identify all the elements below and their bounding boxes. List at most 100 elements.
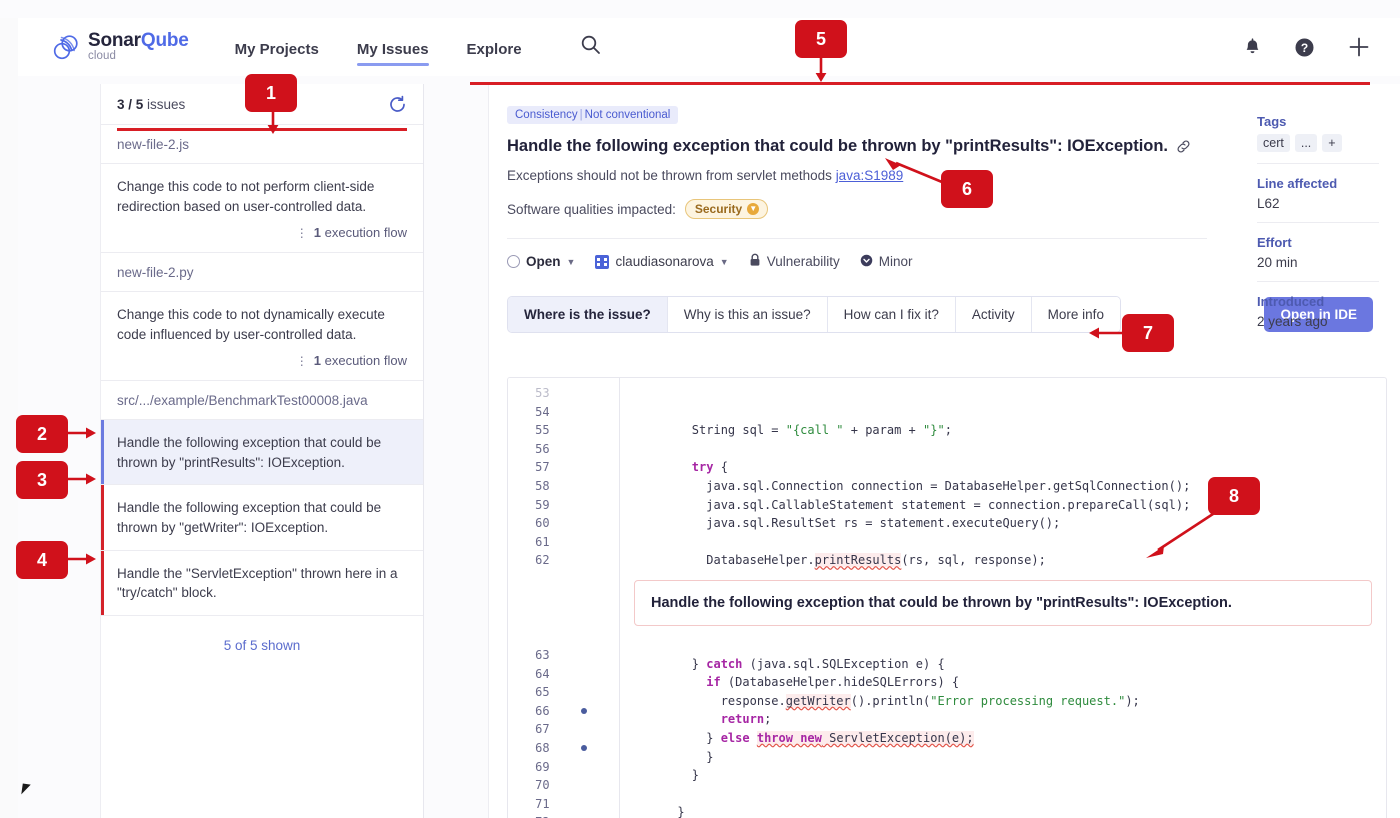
inline-issue-message: Handle the following exception that coul…: [634, 580, 1372, 626]
nav-my-issues[interactable]: My Issues: [357, 41, 429, 76]
divider: [507, 238, 1207, 239]
annotation-arrow-8: [1140, 508, 1220, 563]
list-item[interactable]: Handle the following exception that coul…: [101, 485, 423, 550]
chevron-down-icon: ▼: [747, 203, 759, 215]
issue-message: Handle the following exception that coul…: [117, 433, 407, 472]
list-item-selected[interactable]: Handle the following exception that coul…: [101, 420, 423, 485]
tab-where-is-the-issue[interactable]: Where is the issue?: [508, 297, 668, 332]
notifications-bell-icon[interactable]: [1244, 38, 1261, 57]
list-item[interactable]: Change this code to not dynamically exec…: [101, 292, 423, 381]
tab-how-can-i-fix-it[interactable]: How can I fix it?: [828, 297, 956, 332]
meta-value-introduced: 2 years ago: [1257, 314, 1379, 329]
logo-sub-text: cloud: [88, 51, 189, 63]
search-icon[interactable]: [580, 34, 601, 60]
code-line: response.getWriter().println("Error proc…: [620, 692, 1386, 711]
code-line: [620, 440, 1386, 459]
issue-marker-dot[interactable]: [581, 708, 587, 714]
issue-message: Handle the "ServletException" thrown her…: [117, 564, 407, 603]
annotation-callout-5: 5: [795, 20, 847, 58]
refresh-icon[interactable]: [388, 95, 407, 114]
code-line: [620, 533, 1386, 552]
issue-assignee-dropdown[interactable]: claudiasonarova ▼: [595, 254, 728, 269]
issue-meta-sidebar: Tags cert ... + Line affected L62 Effort: [1241, 92, 1400, 352]
issue-file-header[interactable]: new-file-2.js: [101, 125, 423, 164]
code-line-number: 53: [508, 384, 619, 403]
window-frame: SonarQube cloud My Projects My Issues Ex…: [0, 0, 1400, 818]
issue-status-dropdown[interactable]: Open ▼: [507, 254, 575, 269]
flow-dots-icon: ⋮: [296, 227, 308, 239]
clean-code-attribute-category: Consistency: [515, 109, 578, 121]
code-line-number: 71: [508, 795, 619, 814]
nav-my-projects[interactable]: My Projects: [235, 41, 319, 76]
meta-value-line-affected: L62: [1257, 196, 1379, 211]
code-line: }: [620, 766, 1386, 785]
code-line: [620, 785, 1386, 804]
issue-message: Change this code to not perform client-s…: [117, 177, 407, 216]
window-top-strip: [0, 0, 1400, 18]
tab-activity[interactable]: Activity: [956, 297, 1032, 332]
severity-minor-icon: [860, 254, 873, 270]
issue-meta: ⋮ 1 execution flow: [117, 225, 407, 240]
help-icon[interactable]: ?: [1294, 37, 1315, 58]
sonarqube-logo[interactable]: SonarQube cloud: [51, 31, 189, 63]
issue-type: Vulnerability: [749, 253, 840, 270]
meta-block-introduced: Introduced 2 years ago: [1257, 294, 1379, 340]
code-line-number: 59: [508, 496, 619, 515]
annotation-badge: 7: [1122, 314, 1174, 352]
code-line-number: 72: [508, 813, 619, 818]
code-line: java.sql.ResultSet rs = statement.execut…: [620, 514, 1386, 533]
plus-icon[interactable]: [1348, 36, 1370, 58]
annotation-arrow-5: [814, 58, 828, 87]
permalink-icon[interactable]: [1176, 139, 1191, 154]
code-line-number: 68: [508, 739, 619, 758]
code-line: }: [620, 748, 1386, 767]
code-line: java.sql.CallableStatement statement = c…: [620, 496, 1386, 515]
annotation-badge: 5: [795, 20, 847, 58]
software-qualities-row: Software qualities impacted: Security ▼: [507, 199, 1207, 219]
list-item[interactable]: Handle the "ServletException" thrown her…: [101, 551, 423, 616]
issue-file-header[interactable]: new-file-2.py: [101, 253, 423, 292]
tag-chip-cert[interactable]: cert: [1257, 134, 1290, 152]
annotation-arrow-2: [68, 425, 98, 444]
code-line-number: 69: [508, 758, 619, 777]
issue-file-header[interactable]: src/.../example/BenchmarkTest00008.java: [101, 381, 423, 420]
tag-chip-add[interactable]: +: [1322, 134, 1341, 152]
code-line: java.sql.Connection connection = Databas…: [620, 477, 1386, 496]
tag-chip-more[interactable]: ...: [1295, 134, 1317, 152]
software-quality-security-badge[interactable]: Security ▼: [685, 199, 768, 219]
code-line-number: 66: [508, 702, 619, 721]
issue-marker-dot[interactable]: [581, 745, 587, 751]
tab-why-is-this-an-issue[interactable]: Why is this an issue?: [668, 297, 828, 332]
meta-value-effort: 20 min: [1257, 255, 1379, 270]
code-line-number: 70: [508, 776, 619, 795]
code-line: [620, 636, 1386, 655]
nav-right-actions: ?: [1244, 36, 1370, 58]
status-open-icon: [507, 255, 520, 268]
code-line: } catch (java.sql.SQLException e) {: [620, 655, 1386, 674]
clean-code-attribute-badge[interactable]: Consistency|Not conventional: [507, 106, 678, 124]
rule-description: Exceptions should not be thrown from ser…: [507, 168, 1207, 183]
issue-title-text: Handle the following exception that coul…: [507, 136, 1168, 157]
issues-count-label: issues: [143, 97, 185, 112]
annotation-arrow-3: [68, 471, 98, 490]
annotation-arrow-6: [884, 156, 946, 191]
execution-flow-count: 1 execution flow: [314, 353, 407, 368]
rule-description-text: Exceptions should not be thrown from ser…: [507, 168, 832, 183]
annotation-badge: 3: [16, 461, 68, 499]
list-item[interactable]: Change this code to not perform client-s…: [101, 164, 423, 253]
execution-flow-count: 1 execution flow: [314, 225, 407, 240]
code-viewer[interactable]: 5354555657585960616263646566676869707172…: [507, 377, 1387, 818]
nav-explore[interactable]: Explore: [467, 41, 522, 76]
meta-block-tags: Tags cert ... +: [1257, 114, 1379, 164]
annotation-badge: 4: [16, 541, 68, 579]
issues-count: 3 / 5 issues: [117, 97, 185, 112]
code-line-number: 65: [508, 683, 619, 702]
code-line: DatabaseHelper.printResults(rs, sql, res…: [620, 551, 1386, 570]
svg-text:?: ?: [1301, 41, 1308, 55]
mouse-cursor: [21, 783, 30, 795]
code-line-number: 60: [508, 514, 619, 533]
issue-tabs: Where is the issue? Why is this an issue…: [507, 296, 1121, 333]
code-line-number: 56: [508, 440, 619, 459]
annotation-callout-4: 4: [16, 541, 68, 579]
code-line-number: 64: [508, 665, 619, 684]
